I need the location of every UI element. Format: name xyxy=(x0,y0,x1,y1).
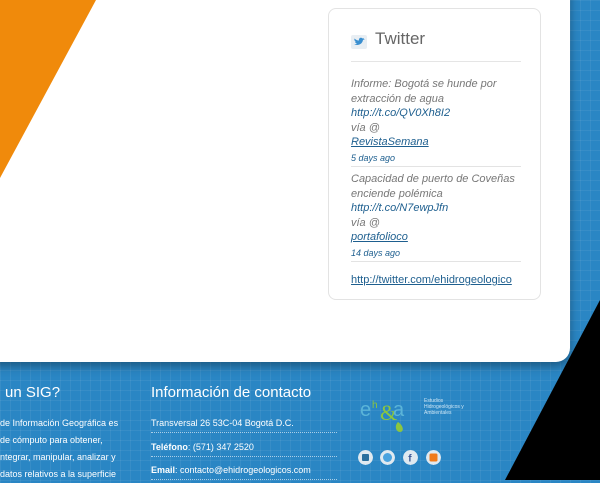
contact-address: Transversal 26 53C-04 Bogotá D.C. xyxy=(151,418,337,433)
svg-text:e: e xyxy=(360,399,371,421)
footer-sig-title: un SIG? xyxy=(5,384,61,401)
tweet-text: Informe: Bogotá se hunde por extracción … xyxy=(351,78,497,105)
sig-line: de Información Geográfica es xyxy=(0,418,119,428)
twitter-bird-icon xyxy=(351,35,367,49)
sig-line: de cómputo para obtener, xyxy=(0,435,103,445)
logo-text: Estudios Hidrogeológicos y Ambientales xyxy=(424,398,464,416)
sig-line: datos relativos a la superficie xyxy=(0,469,117,479)
blogger-icon[interactable] xyxy=(358,450,373,465)
company-logo[interactable]: e h & a Estudios Hidrogeológicos y Ambie… xyxy=(358,394,478,434)
tweet-user-link[interactable]: portafolioco xyxy=(351,230,521,245)
tweet-link[interactable]: http://t.co/QV0Xh8I2 xyxy=(351,106,521,121)
rss-icon[interactable] xyxy=(426,450,441,465)
tweet-timestamp[interactable]: 5 days ago xyxy=(351,151,521,166)
tweet-divider xyxy=(351,261,521,262)
email-value: : contacto@ehidrogeologicos.com xyxy=(175,465,311,475)
svg-text:a: a xyxy=(393,399,405,421)
tweet-item: Informe: Bogotá se hunde por extracción … xyxy=(351,77,521,165)
svg-text:h: h xyxy=(372,400,378,411)
phone-label: Teléfono xyxy=(151,442,188,452)
twitter-icon[interactable] xyxy=(380,450,395,465)
sig-line: ntegrar, manipular, analizar y xyxy=(0,452,116,462)
tweet-item: Capacidad de puerto de Coveñas enciende … xyxy=(351,172,521,260)
widget-title: Twitter xyxy=(375,29,426,48)
facebook-icon[interactable]: f xyxy=(403,450,418,465)
contact-phone: Teléfono: (571) 347 2520 xyxy=(151,442,337,457)
tweet-text: Capacidad de puerto de Coveñas enciende … xyxy=(351,173,515,200)
tweet-divider xyxy=(351,166,521,167)
tweet-via: vía @ xyxy=(351,216,380,229)
tweet-user-link[interactable]: RevistaSemana xyxy=(351,135,521,150)
footer-contact-title: Información de contacto xyxy=(151,384,312,401)
twitter-widget: Twitter Informe: Bogotá se hunde por ext… xyxy=(328,8,541,300)
tweet-timestamp[interactable]: 14 days ago xyxy=(351,246,521,261)
contact-email: Email: contacto@ehidrogeologicos.com xyxy=(151,465,337,480)
twitter-profile-link[interactable]: http://twitter.com/ehidrogeologico xyxy=(351,274,512,286)
footer-sig-text: de Información Geográfica es de cómputo … xyxy=(0,415,118,483)
tweet-link[interactable]: http://t.co/N7ewpJfn xyxy=(351,201,521,216)
tweet-via: vía @ xyxy=(351,121,380,134)
twitter-widget-header: Twitter xyxy=(351,29,521,62)
phone-value: : (571) 347 2520 xyxy=(187,442,254,452)
email-label: Email xyxy=(151,465,176,475)
